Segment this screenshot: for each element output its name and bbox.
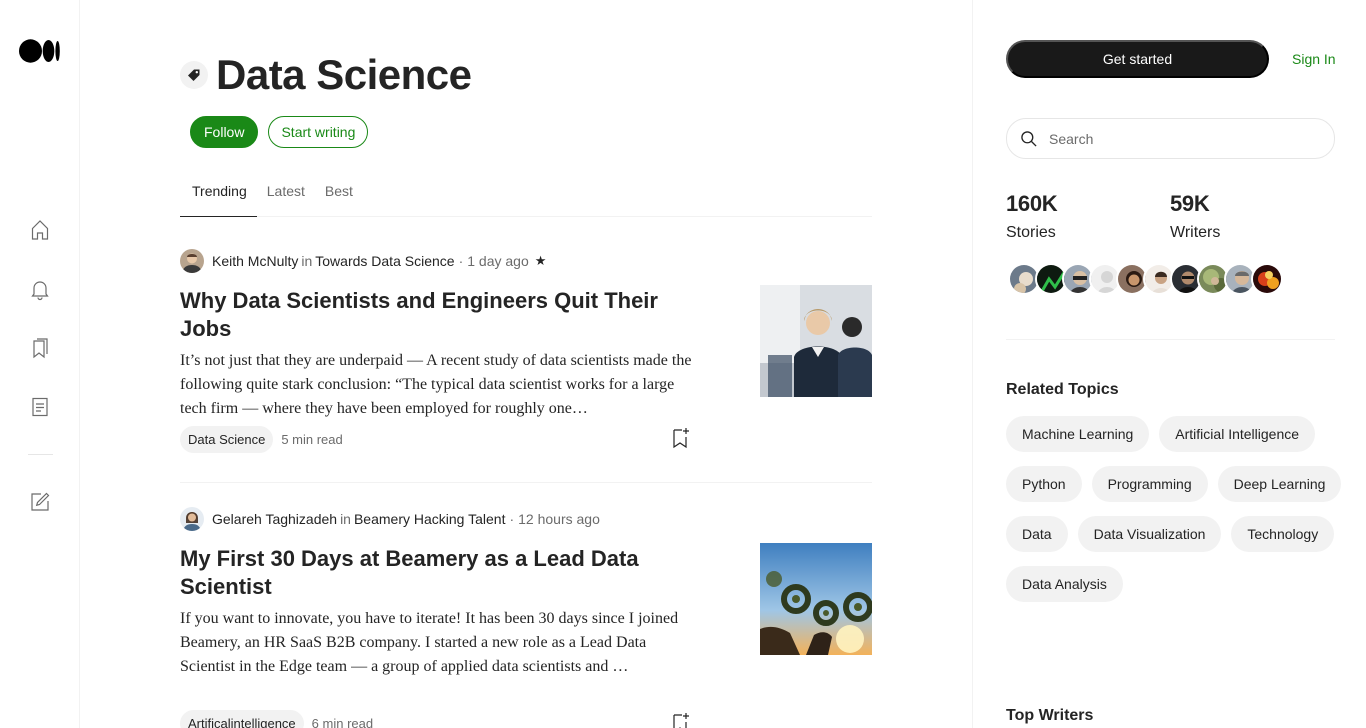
author-name[interactable]: Keith McNulty	[212, 253, 298, 269]
stat-label: Writers	[1170, 224, 1221, 241]
avatar[interactable]	[1251, 263, 1283, 295]
topic-pill[interactable]: Programming	[1091, 466, 1208, 502]
related-topics-title: Related Topics	[1006, 381, 1119, 398]
bookmark-add-icon[interactable]	[668, 426, 692, 450]
publish-time: 12 hours ago	[518, 511, 600, 527]
author-avatar[interactable]	[180, 249, 204, 273]
author-avatar[interactable]	[180, 507, 204, 531]
article-tag[interactable]: Data Science	[180, 426, 274, 453]
get-started-button[interactable]: Get started	[1006, 40, 1269, 78]
left-rail	[0, 0, 80, 728]
member-star-icon: ★	[534, 253, 547, 268]
topic-pill[interactable]: Data	[1006, 516, 1068, 552]
home-icon[interactable]	[28, 218, 52, 242]
sign-in-link[interactable]: Sign In	[1292, 51, 1336, 67]
stat-value: 160K	[1006, 191, 1058, 216]
article-card: Gelareh Taghizadeh in Beamery Hacking Ta…	[180, 506, 872, 728]
feed-tabs: Trending Latest Best	[180, 175, 872, 217]
in-label: in	[301, 253, 313, 269]
article-title[interactable]: My First 30 Days at Beamery as a Lead Da…	[180, 545, 710, 601]
tab-trending[interactable]: Trending	[180, 175, 257, 217]
top-writers-title: Top Writers	[1006, 707, 1094, 724]
search-input[interactable]	[1049, 130, 1319, 147]
sidebar-divider	[1006, 339, 1335, 340]
separator-dot: ·	[509, 511, 515, 527]
tab-best[interactable]: Best	[315, 175, 363, 217]
tab-latest[interactable]: Latest	[257, 175, 315, 217]
bookmarks-icon[interactable]	[28, 336, 52, 360]
stories-icon[interactable]	[28, 395, 52, 419]
stories-stat: 160K Stories	[1006, 190, 1058, 242]
topic-actions: Follow Start writing	[190, 116, 369, 148]
bookmark-add-icon[interactable]	[668, 711, 692, 728]
publication-name[interactable]: Towards Data Science	[315, 253, 454, 269]
right-sidebar: Get started Sign In 160K Stories 59K Wri…	[972, 0, 1366, 728]
article-tag[interactable]: Artificalintelligence	[180, 710, 304, 728]
stat-label: Stories	[1006, 224, 1056, 241]
article-meta: Keith McNulty in Towards Data Science · …	[180, 248, 872, 274]
article-footer: Artificalintelligence 6 min read	[180, 710, 373, 728]
publish-time: 1 day ago	[467, 253, 529, 269]
topic-pill[interactable]: Data Visualization	[1077, 516, 1222, 552]
topic-pill[interactable]: Deep Learning	[1217, 466, 1342, 502]
topic-pill[interactable]: Python	[1006, 466, 1082, 502]
bell-icon[interactable]	[28, 277, 52, 301]
article-footer: Data Science 5 min read	[180, 426, 343, 453]
writer-avatars	[1008, 263, 1283, 295]
topic-header: Data Science	[180, 51, 472, 98]
author-name[interactable]: Gelareh Taghizadeh	[212, 511, 337, 527]
follow-button[interactable]: Follow	[190, 116, 259, 148]
publication-name[interactable]: Beamery Hacking Talent	[354, 511, 505, 527]
topic-pill[interactable]: Technology	[1231, 516, 1335, 552]
article-title[interactable]: Why Data Scientists and Engineers Quit T…	[180, 287, 710, 343]
writers-stat: 59K Writers	[1170, 190, 1220, 242]
stat-value: 59K	[1170, 191, 1210, 216]
topic-pill[interactable]: Artificial Intelligence	[1159, 416, 1316, 452]
search-box	[1006, 118, 1335, 159]
article-thumbnail[interactable]	[760, 285, 872, 397]
article-thumbnail[interactable]	[760, 543, 872, 655]
in-label: in	[340, 511, 351, 527]
medium-logo-icon[interactable]	[19, 38, 61, 64]
article-card: Keith McNulty in Towards Data Science · …	[180, 248, 872, 483]
separator-dot: ·	[458, 253, 464, 269]
read-time: 5 min read	[281, 432, 343, 447]
topic-pill[interactable]: Data Analysis	[1006, 566, 1123, 602]
rail-divider	[28, 454, 53, 455]
search-icon	[1021, 130, 1037, 147]
write-icon[interactable]	[28, 490, 52, 514]
article-description[interactable]: It’s not just that they are underpaid — …	[180, 349, 700, 421]
page-title: Data Science	[216, 51, 472, 98]
article-meta: Gelareh Taghizadeh in Beamery Hacking Ta…	[180, 506, 872, 532]
start-writing-button[interactable]: Start writing	[268, 116, 369, 148]
read-time: 6 min read	[311, 716, 374, 728]
topic-pill[interactable]: Machine Learning	[1006, 416, 1150, 452]
related-topics-list: Machine Learning Artificial Intelligence…	[1006, 416, 1346, 602]
tag-icon	[180, 61, 208, 89]
article-description[interactable]: If you want to innovate, you have to ite…	[180, 607, 700, 679]
